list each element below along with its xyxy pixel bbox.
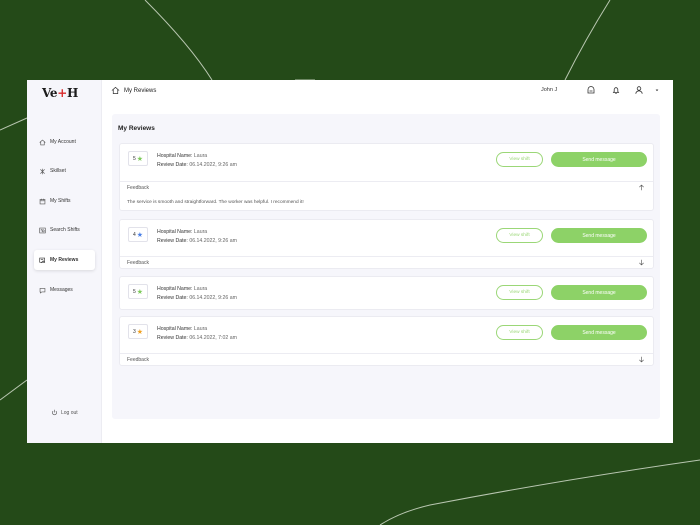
- calendar-icon: [39, 198, 46, 205]
- review-info: Hospital Name: Laura Review Date: 06.14.…: [157, 326, 237, 341]
- sidebar-item-messages[interactable]: Messages: [34, 280, 95, 300]
- arrow-up-icon: [638, 184, 645, 191]
- rating-badge: 5 ★: [128, 284, 148, 299]
- send-message-button[interactable]: Send message: [551, 152, 647, 167]
- feedback-text: The service is smooth and straightforwar…: [127, 200, 304, 205]
- logout-button[interactable]: Log out: [51, 409, 78, 416]
- view-shift-button[interactable]: View shift: [496, 285, 543, 300]
- sidebar-item-search-shifts[interactable]: Search Shifts: [34, 220, 95, 240]
- view-shift-button[interactable]: View shift: [496, 152, 543, 167]
- bell-icon[interactable]: [611, 85, 621, 95]
- sidebar-item-label: My Shifts: [50, 198, 71, 204]
- breadcrumb: My Reviews: [111, 86, 156, 95]
- star-icon: ★: [136, 328, 144, 336]
- sidebar-item-my-account[interactable]: My Account: [34, 132, 95, 152]
- feedback-toggle[interactable]: Feedback: [120, 256, 653, 269]
- rating-badge: 3 ★: [128, 324, 148, 339]
- home-icon: [39, 139, 46, 146]
- sidebar-item-label: My Reviews: [50, 257, 79, 263]
- feedback-toggle[interactable]: Feedback: [120, 353, 653, 366]
- logout-icon: [51, 409, 58, 416]
- star-icon: ★: [136, 231, 144, 239]
- send-message-button[interactable]: Send message: [551, 228, 647, 243]
- send-message-button[interactable]: Send message: [551, 325, 647, 340]
- logo[interactable]: Ve+H: [42, 86, 78, 100]
- home-icon[interactable]: [111, 86, 120, 95]
- sidebar-item-label: Messages: [50, 287, 73, 293]
- reviews-panel: My Reviews 5 ★ Hospital Name: Laura Revie…: [112, 114, 660, 419]
- sidebar-item-my-reviews[interactable]: My Reviews: [34, 250, 95, 270]
- help-icon[interactable]: [586, 85, 596, 95]
- star-icon: ★: [136, 288, 144, 296]
- messages-icon: [39, 287, 46, 294]
- feedback-toggle[interactable]: Feedback: [120, 181, 653, 194]
- sidebar-item-my-shifts[interactable]: My Shifts: [34, 191, 95, 211]
- app-window: Ve+H My Account Skillset My Shifts Searc…: [27, 80, 673, 443]
- review-info: Hospital Name: Laura Review Date: 06.14.…: [157, 153, 237, 168]
- sidebar-item-label: Skillset: [50, 168, 66, 174]
- search-list-icon: [39, 227, 46, 234]
- review-info: Hospital Name: Laura Review Date: 06.14.…: [157, 229, 237, 244]
- breadcrumb-current: My Reviews: [124, 87, 157, 94]
- review-card: 5 ★ Hospital Name: Laura Review Date: 06.…: [119, 143, 654, 211]
- star-icon: ★: [136, 155, 144, 163]
- sidebar-item-label: My Account: [50, 139, 76, 145]
- review-info: Hospital Name: Laura Review Date: 06.14.…: [157, 286, 237, 301]
- view-shift-button[interactable]: View shift: [496, 228, 543, 243]
- user-name[interactable]: John J: [541, 87, 557, 93]
- rating-badge: 5 ★: [128, 151, 148, 166]
- send-message-button[interactable]: Send message: [551, 285, 647, 300]
- sidebar-item-label: Search Shifts: [50, 227, 80, 233]
- review-card: 4 ★ Hospital Name: Laura Review Date: 06.…: [119, 219, 654, 269]
- rating-badge: 4 ★: [128, 227, 148, 242]
- view-shift-button[interactable]: View shift: [496, 325, 543, 340]
- arrow-down-icon: [638, 356, 645, 363]
- review-card: 3 ★ Hospital Name: Laura Review Date: 06.…: [119, 316, 654, 366]
- top-bar: My Reviews John J: [102, 80, 673, 102]
- skillset-icon: [39, 168, 46, 175]
- review-icon: [39, 257, 46, 264]
- review-card: 5 ★ Hospital Name: Laura Review Date: 06.…: [119, 276, 654, 310]
- user-icon[interactable]: [634, 85, 644, 95]
- sidebar: Ve+H My Account Skillset My Shifts Searc…: [27, 80, 102, 443]
- arrow-down-icon: [638, 259, 645, 266]
- logout-label: Log out: [61, 409, 78, 416]
- chevron-down-icon[interactable]: [652, 85, 662, 95]
- page-title: My Reviews: [118, 125, 155, 132]
- sidebar-item-skillset[interactable]: Skillset: [34, 161, 95, 181]
